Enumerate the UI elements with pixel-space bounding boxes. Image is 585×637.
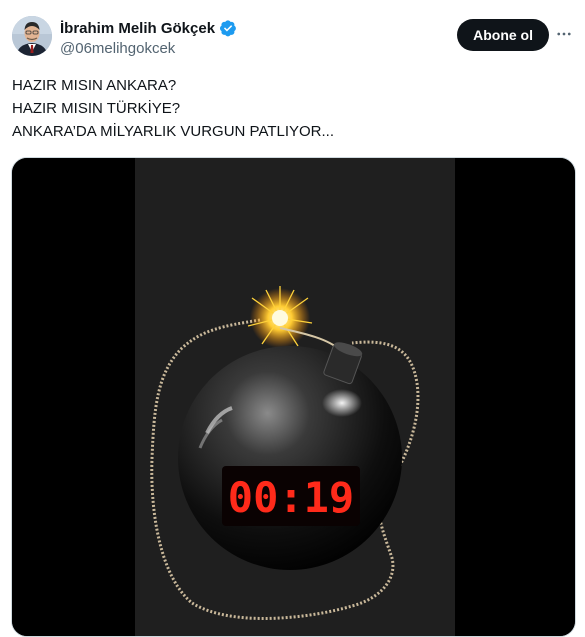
tweet-line: HAZIR MISIN TÜRKİYE? [12,100,181,117]
tweet-media[interactable]: 00:19 [11,157,576,637]
profile-photo [12,16,52,56]
avatar[interactable] [12,16,52,56]
tweet-line: ANKARA’DA MİLYARLIK VURGUN PATLIYOR... [12,123,335,140]
verified-badge-icon [219,19,237,37]
tweet-text: HAZIR MISIN ANKARA? HAZIR MISIN TÜRKİYE?… [12,74,334,143]
bomb-timer-image: 00:19 [12,158,575,636]
more-dots-icon[interactable] [553,23,575,45]
name-row: İbrahim Melih Gökçek [60,19,237,37]
handle[interactable]: @06melihgokcek [60,40,175,57]
tweet-line: HAZIR MISIN ANKARA? [12,77,177,94]
display-name[interactable]: İbrahim Melih Gökçek [60,20,215,37]
tweet-header: İbrahim Melih Gökçek @06melihgokcek Abon… [12,14,575,64]
follow-button[interactable]: Abone ol [457,19,549,51]
timer-display: 00:19 [228,473,354,522]
